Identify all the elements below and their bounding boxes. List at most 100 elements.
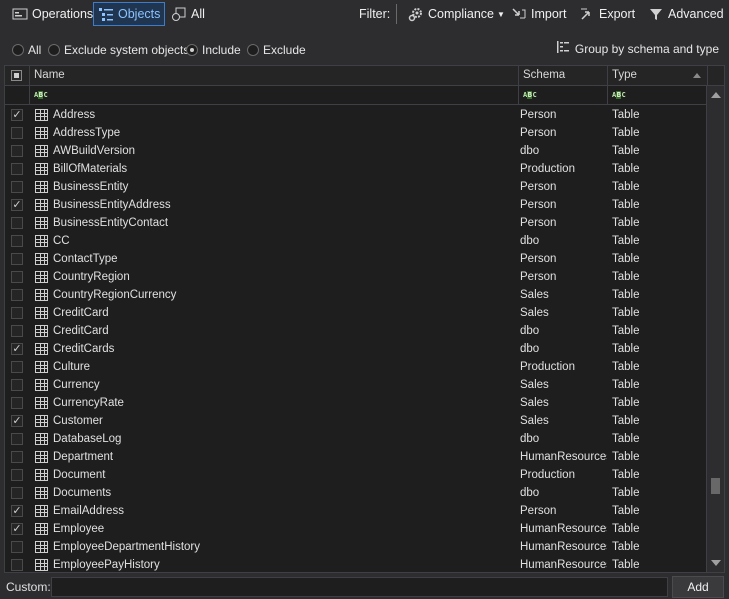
table-row[interactable]: Currency Sales Table	[5, 376, 708, 394]
table-row[interactable]: CC dbo Table	[5, 232, 708, 250]
row-checkbox[interactable]: ✓	[11, 199, 23, 211]
table-row[interactable]: BusinessEntity Person Table	[5, 178, 708, 196]
row-schema: Person	[520, 253, 557, 265]
table-row[interactable]: ContactType Person Table	[5, 250, 708, 268]
table-row[interactable]: CreditCard dbo Table	[5, 322, 708, 340]
radio-circle	[247, 44, 259, 56]
row-checkbox[interactable]: ✓	[11, 415, 23, 427]
grid-header: Name Schema Type	[5, 66, 724, 86]
select-all-checkbox[interactable]	[11, 70, 22, 81]
compliance-dropdown[interactable]: Compliance ▼	[404, 2, 509, 26]
row-checkbox[interactable]	[11, 217, 23, 229]
row-checkbox[interactable]	[11, 253, 23, 265]
scroll-thumb[interactable]	[711, 478, 720, 494]
table-icon	[35, 379, 48, 391]
type-filter-cell[interactable]: ABC	[608, 86, 708, 105]
row-schema: HumanResources	[520, 523, 607, 535]
row-name: Department	[53, 451, 114, 463]
select-all-header[interactable]	[5, 66, 30, 86]
table-row[interactable]: Documents dbo Table	[5, 484, 708, 502]
row-name: Document	[53, 469, 106, 481]
table-row[interactable]: BillOfMaterials Production Table	[5, 160, 708, 178]
row-checkbox[interactable]	[11, 433, 23, 445]
row-schema: Sales	[520, 379, 549, 391]
row-name: CountryRegion	[53, 271, 130, 283]
schema-filter-cell[interactable]: ABC	[519, 86, 608, 105]
row-type: Table	[612, 379, 640, 391]
table-row[interactable]: CreditCard Sales Table	[5, 304, 708, 322]
row-checkbox[interactable]: ✓	[11, 343, 23, 355]
table-row[interactable]: EmployeeDepartmentHistory HumanResources T…	[5, 538, 708, 556]
radio-include[interactable]: Include	[186, 43, 241, 57]
operations-button[interactable]: Operations	[8, 2, 97, 26]
all-button[interactable]: All	[167, 2, 209, 26]
row-type: Table	[612, 361, 640, 373]
table-row[interactable]: ✓ EmailAddress Person Table	[5, 502, 708, 520]
scroll-up-arrow-icon[interactable]	[711, 92, 721, 98]
row-checkbox[interactable]	[11, 397, 23, 409]
table-row[interactable]: BusinessEntityContact Person Table	[5, 214, 708, 232]
row-schema: Production	[520, 361, 575, 373]
table-row[interactable]: Culture Production Table	[5, 358, 708, 376]
row-checkbox[interactable]	[11, 451, 23, 463]
table-row[interactable]: ✓ Employee HumanResources Table	[5, 520, 708, 538]
row-checkbox[interactable]: ✓	[11, 109, 23, 121]
row-type: Table	[612, 415, 640, 427]
table-row[interactable]: ✓ Address Person Table	[5, 106, 708, 124]
row-checkbox[interactable]	[11, 361, 23, 373]
radio-exclude-label: Exclude	[263, 43, 306, 57]
radio-exclude-system[interactable]: Exclude system objects	[48, 43, 189, 57]
row-checkbox[interactable]	[11, 325, 23, 337]
table-row[interactable]: CountryRegion Person Table	[5, 268, 708, 286]
row-schema: dbo	[520, 145, 540, 157]
row-checkbox[interactable]	[11, 127, 23, 139]
table-row[interactable]: Document Production Table	[5, 466, 708, 484]
row-checkbox[interactable]	[11, 289, 23, 301]
group-by-schema-button[interactable]: Group by schema and type	[556, 40, 719, 57]
row-type: Table	[612, 181, 640, 193]
row-checkbox[interactable]	[11, 379, 23, 391]
add-button[interactable]: Add	[672, 576, 724, 598]
table-row[interactable]: CountryRegionCurrency Sales Table	[5, 286, 708, 304]
row-name: ContactType	[53, 253, 118, 265]
scroll-down-arrow-icon[interactable]	[711, 560, 721, 566]
row-checkbox[interactable]	[11, 181, 23, 193]
objects-button[interactable]: Objects	[93, 2, 166, 26]
radio-circle-selected	[186, 44, 198, 56]
column-header-type[interactable]: Type	[608, 66, 708, 86]
radio-all[interactable]: All	[12, 43, 41, 57]
row-checkbox[interactable]	[11, 145, 23, 157]
table-row[interactable]: Department HumanResources Table	[5, 448, 708, 466]
row-checkbox[interactable]	[11, 271, 23, 283]
custom-input[interactable]	[51, 577, 668, 597]
vertical-scrollbar[interactable]	[706, 86, 724, 572]
row-checkbox[interactable]: ✓	[11, 505, 23, 517]
row-type: Table	[612, 397, 640, 409]
column-header-name[interactable]: Name	[30, 66, 519, 86]
table-row[interactable]: ✓ Customer Sales Table	[5, 412, 708, 430]
radio-circle	[12, 44, 24, 56]
row-checkbox[interactable]	[11, 469, 23, 481]
table-row[interactable]: DatabaseLog dbo Table	[5, 430, 708, 448]
row-checkbox[interactable]	[11, 487, 23, 499]
table-icon	[35, 145, 48, 157]
table-row[interactable]: ✓ BusinessEntityAddress Person Table	[5, 196, 708, 214]
radio-exclude[interactable]: Exclude	[247, 43, 306, 57]
row-checkbox[interactable]	[11, 541, 23, 553]
column-header-schema[interactable]: Schema	[519, 66, 608, 86]
row-checkbox[interactable]: ✓	[11, 523, 23, 535]
import-button[interactable]: Import	[507, 2, 570, 26]
row-checkbox[interactable]	[11, 235, 23, 247]
table-row[interactable]: CurrencyRate Sales Table	[5, 394, 708, 412]
table-row[interactable]: AWBuildVersion dbo Table	[5, 142, 708, 160]
name-filter-cell[interactable]: ABC	[30, 86, 519, 105]
row-checkbox[interactable]	[11, 163, 23, 175]
row-checkbox[interactable]	[11, 559, 23, 571]
table-row[interactable]: EmployeePayHistory HumanResources Table	[5, 556, 708, 572]
table-row[interactable]: ✓ CreditCards dbo Table	[5, 340, 708, 358]
row-checkbox[interactable]	[11, 307, 23, 319]
row-type: Table	[612, 433, 640, 445]
export-button[interactable]: Export	[575, 2, 639, 26]
table-row[interactable]: AddressType Person Table	[5, 124, 708, 142]
advanced-button[interactable]: Advanced	[644, 2, 728, 26]
